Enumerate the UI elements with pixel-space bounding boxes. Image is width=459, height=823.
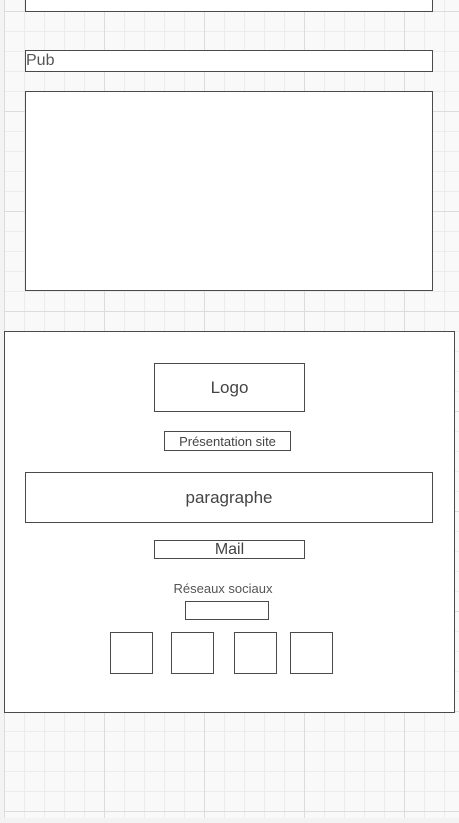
social-icon-placeholder (290, 632, 333, 674)
pub-banner: Pub (25, 50, 433, 72)
social-icon-placeholder (110, 632, 153, 674)
social-icon-placeholder (234, 632, 277, 674)
presentation-box: Présentation site (164, 431, 291, 451)
mail-label: Mail (214, 540, 245, 558)
canvas-edge (0, 818, 459, 823)
mail-box: Mail (154, 540, 305, 559)
top-content-block (25, 0, 433, 12)
paragraph-label: paragraphe (185, 487, 273, 507)
content-placeholder (25, 91, 433, 291)
social-title-box (185, 601, 269, 620)
logo-label: Logo (210, 377, 249, 397)
pub-label: Pub (26, 52, 55, 69)
paragraph-box: paragraphe (25, 472, 433, 523)
social-icon-placeholder (171, 632, 214, 674)
social-title-label: Réseaux sociaux (173, 580, 273, 596)
logo-box: Logo (154, 363, 305, 412)
presentation-label: Présentation site (179, 433, 276, 449)
social-title: Réseaux sociaux (140, 579, 306, 597)
